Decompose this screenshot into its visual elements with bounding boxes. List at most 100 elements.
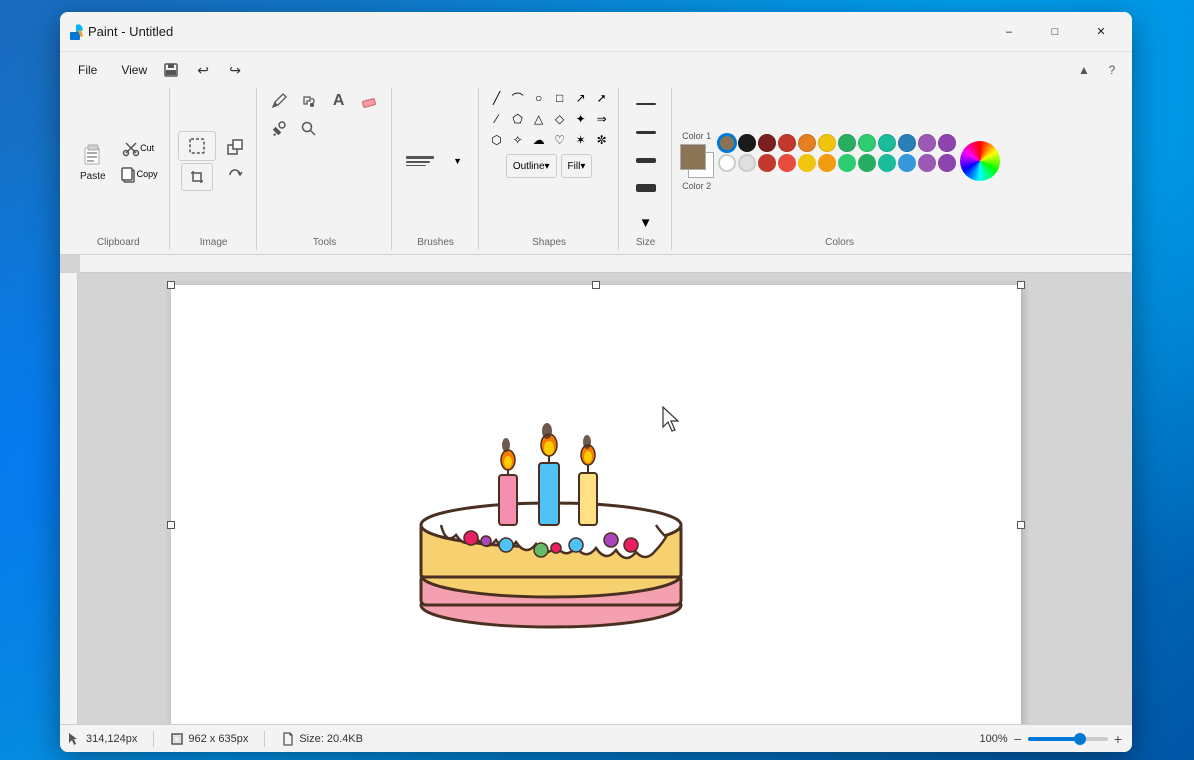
copy-button[interactable]: Copy (114, 162, 163, 186)
shape-star5[interactable]: ✦ (571, 109, 591, 129)
color-swatch-11[interactable] (938, 134, 956, 152)
brush-button[interactable] (400, 135, 440, 187)
size3[interactable] (631, 148, 661, 172)
pencil-button[interactable] (265, 88, 293, 114)
status-divider-2 (264, 731, 265, 747)
menu-file[interactable]: File (68, 60, 107, 80)
handle-right-center[interactable] (1017, 521, 1025, 529)
cut-label: Cut (140, 143, 154, 153)
color-outline-3[interactable] (778, 154, 796, 172)
shape-arrow2[interactable]: ➚ (592, 88, 612, 108)
brush-dropdown[interactable]: ▼ (444, 149, 472, 173)
size4[interactable] (631, 176, 661, 200)
color-swatch-9[interactable] (898, 134, 916, 152)
size-selector (627, 88, 665, 204)
color-swatch-7[interactable] (858, 134, 876, 152)
handle-left-center[interactable] (167, 521, 175, 529)
color-outline-1[interactable] (738, 154, 756, 172)
shape-rect[interactable]: □ (550, 88, 570, 108)
select-button[interactable] (178, 131, 216, 161)
shape-arrow[interactable]: ↗ (571, 88, 591, 108)
crop-button[interactable] (181, 163, 213, 191)
paste-button[interactable]: Paste (74, 135, 112, 187)
eraser-icon (360, 92, 378, 110)
shape-cloud[interactable]: ☁ (529, 130, 549, 150)
color-outline-2[interactable] (758, 154, 776, 172)
status-divider-1 (153, 731, 154, 747)
ribbon-collapse-button[interactable]: ▲ (1072, 58, 1096, 82)
shape-pentagon[interactable]: ⬠ (508, 109, 528, 129)
shape-star6[interactable]: ✶ (571, 130, 591, 150)
size1[interactable] (631, 92, 661, 116)
color-swatch-1[interactable] (738, 134, 756, 152)
brushes-group: ▼ Brushes (394, 88, 479, 250)
color-outline-6[interactable] (838, 154, 856, 172)
fill-shape-btn[interactable]: Fill▾ (561, 154, 593, 178)
maximize-button[interactable]: □ (1032, 16, 1078, 48)
color-swatch-10[interactable] (918, 134, 936, 152)
outline-btn[interactable]: Outline▾ (506, 154, 557, 178)
save-button[interactable] (157, 56, 185, 84)
magnify-button[interactable] (295, 116, 323, 142)
color-outline-8[interactable] (878, 154, 896, 172)
close-button[interactable]: ✕ (1078, 16, 1124, 48)
color1-box[interactable] (680, 144, 706, 170)
color-outline-7[interactable] (858, 154, 876, 172)
shape-arrow3[interactable]: ⇒ (592, 109, 612, 129)
color-swatch-0[interactable] (718, 134, 736, 152)
handle-top-center[interactable] (592, 281, 600, 289)
handle-top-left[interactable] (167, 281, 175, 289)
color-swatch-2[interactable] (758, 134, 776, 152)
fill-button[interactable] (295, 88, 323, 114)
zoom-in-button[interactable]: + (1112, 729, 1124, 749)
shape-star4[interactable]: ✧ (508, 130, 528, 150)
color-outline-11[interactable] (938, 154, 956, 172)
size2[interactable] (631, 120, 661, 144)
copy-label: Copy (137, 169, 158, 179)
shape-curve[interactable]: ⌒ (508, 88, 528, 108)
shapes-content: ╱ ⌒ ○ □ ↗ ➚ ⁄ ⬠ △ ◇ ✦ ⇒ ⬡ (487, 88, 612, 250)
zoom-out-button[interactable]: − (1012, 729, 1024, 749)
handle-top-right[interactable] (1017, 281, 1025, 289)
eraser-button[interactable] (355, 88, 383, 114)
shape-diamond[interactable]: ◇ (550, 109, 570, 129)
drawing-canvas[interactable] (171, 285, 1021, 724)
text-button[interactable]: A (325, 88, 353, 114)
image-content (178, 88, 250, 250)
shape-hexagon[interactable]: ⬡ (487, 130, 507, 150)
redo-button[interactable]: ↪ (221, 56, 249, 84)
paste-label: Paste (80, 171, 106, 182)
resize-button[interactable] (220, 134, 250, 160)
color-swatch-5[interactable] (818, 134, 836, 152)
zoom-slider[interactable] (1028, 737, 1108, 741)
resize-icon (225, 137, 245, 157)
undo-button[interactable]: ↩ (189, 56, 217, 84)
color2-label: Color 2 (682, 181, 711, 191)
color-outline-4[interactable] (798, 154, 816, 172)
shape-triangle[interactable]: △ (529, 109, 549, 129)
color-outline-9[interactable] (898, 154, 916, 172)
shape-line1[interactable]: ╱ (487, 88, 507, 108)
tools-content: A (265, 88, 385, 250)
color-swatch-6[interactable] (838, 134, 856, 152)
size-dropdown[interactable]: ▼ (632, 210, 660, 234)
color-outline-0[interactable] (718, 154, 736, 172)
color-outline-5[interactable] (818, 154, 836, 172)
color-picker-button[interactable] (265, 116, 293, 142)
color-swatch-4[interactable] (798, 134, 816, 152)
color-wheel-button[interactable] (960, 141, 1000, 181)
shape-star7[interactable]: ✼ (592, 130, 612, 150)
shape-heart[interactable]: ♡ (550, 130, 570, 150)
shape-line2[interactable]: ⁄ (487, 109, 507, 129)
shape-oval[interactable]: ○ (529, 88, 549, 108)
help-button[interactable]: ? (1100, 58, 1124, 82)
color-swatch-8[interactable] (878, 134, 896, 152)
brushes-label: Brushes (394, 237, 478, 248)
cut-button[interactable]: Cut (114, 136, 163, 160)
menu-view[interactable]: View (111, 60, 157, 80)
minimize-button[interactable]: – (986, 16, 1032, 48)
color-swatch-3[interactable] (778, 134, 796, 152)
color-outline-10[interactable] (918, 154, 936, 172)
rotate-button[interactable] (220, 162, 250, 188)
canvas-area[interactable] (60, 255, 1132, 724)
